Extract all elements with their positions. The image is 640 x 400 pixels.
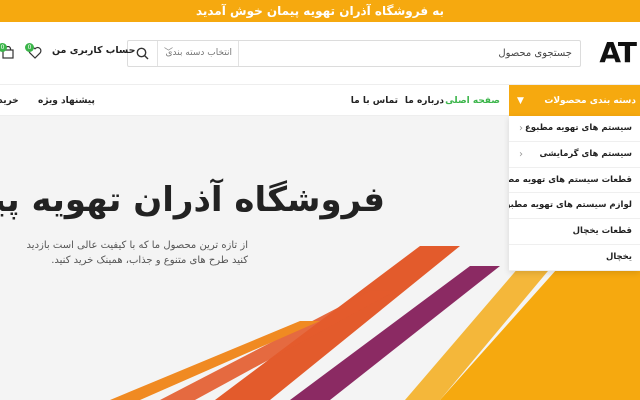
hero-title: فروشگاه آذران تهویه پیمان bbox=[0, 180, 385, 220]
main-navigation: دسته بندی محصولات ▼ صفحه اصلی درباره ما … bbox=[0, 84, 640, 117]
nav-home[interactable]: صفحه اصلی bbox=[445, 85, 500, 117]
search-category-select[interactable]: انتخاب دسته بندی ﹀ bbox=[157, 41, 239, 66]
category-item-heating-systems[interactable]: سیستم های گرمایشی ‹ bbox=[509, 142, 640, 168]
category-item-label: سیستم های تهویه مطبوع bbox=[525, 123, 632, 133]
wishlist-count-badge: 0 bbox=[25, 43, 34, 52]
category-item-hvac-parts[interactable]: قطعات سیستم های تهویه مطبوع bbox=[509, 168, 640, 194]
category-item-label: سیستم های گرمایشی bbox=[539, 148, 632, 159]
wishlist-button[interactable]: 0 bbox=[25, 43, 43, 59]
category-item-fridge[interactable]: یخچال bbox=[509, 245, 640, 271]
cart-button[interactable]: 0 bbox=[0, 43, 16, 59]
nav-special-offer[interactable]: پیشنهاد ویژه bbox=[38, 85, 95, 117]
category-item-label: قطعات یخچال bbox=[572, 226, 632, 237]
category-item-label: قطعات سیستم های تهویه مطبوع bbox=[509, 174, 632, 185]
category-item-label: لوازم سیستم های تهویه مطبوع bbox=[509, 200, 632, 211]
categories-dropdown: سیستم های تهویه مطبوع ‹ سیستم های گرمایش… bbox=[509, 116, 640, 271]
category-item-fridge-parts[interactable]: قطعات یخچال bbox=[509, 219, 640, 245]
site-logo[interactable]: AT bbox=[599, 38, 637, 68]
hero-description: از تازه ترین محصول ما که با کیفیت عالی ا… bbox=[26, 240, 248, 266]
welcome-banner: به فروشگاه آذران تهویه پیمان خوش آمدید bbox=[0, 0, 640, 22]
nav-about[interactable]: درباره ما bbox=[405, 85, 444, 117]
search-icon bbox=[136, 47, 149, 60]
category-item-hvac-accessories[interactable]: لوازم سیستم های تهویه مطبوع bbox=[509, 193, 640, 220]
search-category-label: انتخاب دسته بندی bbox=[165, 48, 232, 58]
nav-buy[interactable]: خرید bbox=[0, 85, 19, 117]
search-input[interactable]: جستجوی محصول bbox=[498, 41, 572, 66]
chevron-left-icon: ‹ bbox=[519, 148, 523, 160]
categories-menu-label: دسته بندی محصولات bbox=[544, 96, 636, 106]
chevron-down-icon: ﹀ bbox=[164, 48, 174, 58]
category-item-label: یخچال bbox=[605, 251, 632, 262]
nav-contact[interactable]: تماس با ما bbox=[351, 85, 398, 117]
chevron-down-icon: ▼ bbox=[517, 96, 524, 106]
chevron-left-icon: ‹ bbox=[519, 123, 523, 134]
site-header: AT جستجوی محصول انتخاب دسته بندی ﹀ حساب … bbox=[0, 22, 640, 84]
category-item-hvac-systems[interactable]: سیستم های تهویه مطبوع ‹ bbox=[509, 116, 640, 142]
account-link[interactable]: حساب کاربری من bbox=[52, 44, 135, 58]
categories-menu-button[interactable]: دسته بندی محصولات ▼ bbox=[509, 85, 640, 117]
search-bar: جستجوی محصول انتخاب دسته بندی ﹀ bbox=[127, 40, 581, 67]
